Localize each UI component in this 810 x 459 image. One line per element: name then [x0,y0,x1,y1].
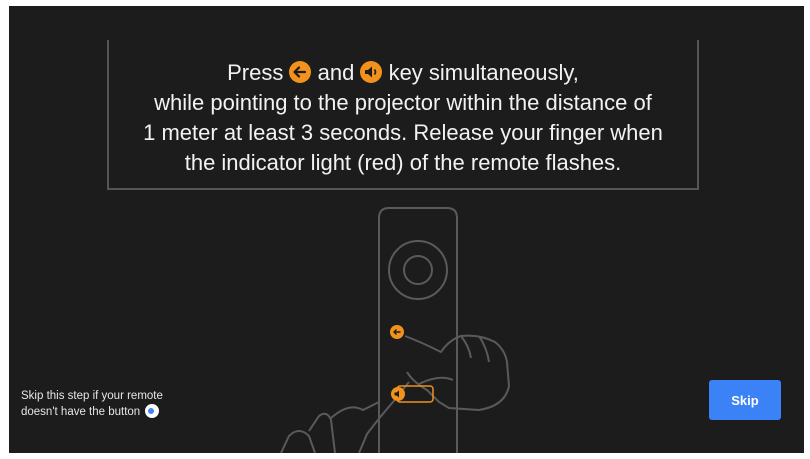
remote-illustration [280,207,511,453]
skip-note-line-2: doesn't have the button [21,406,141,418]
remote-dpad-inner [403,255,433,285]
skip-button[interactable]: Skip [709,380,781,420]
hand-finger-fold-1 [460,335,472,359]
google-assistant-icon [145,404,160,418]
skip-note: Skip this step if your remote doesn't ha… [21,388,163,420]
setup-screen: Press and key simultaneously, while poin… [9,6,804,453]
left-hand-outline [280,430,316,453]
skip-note-line-2-wrap: doesn't have the button [21,404,163,420]
hand-finger-fold-2 [478,335,490,363]
remote-dpad-outer [388,240,448,300]
remote-back-key [390,325,404,339]
hand-knuckles [418,376,454,385]
skip-note-line-1: Skip this step if your remote [21,390,163,402]
remote-volume-key [391,387,405,401]
left-hand-thumb [330,401,380,419]
